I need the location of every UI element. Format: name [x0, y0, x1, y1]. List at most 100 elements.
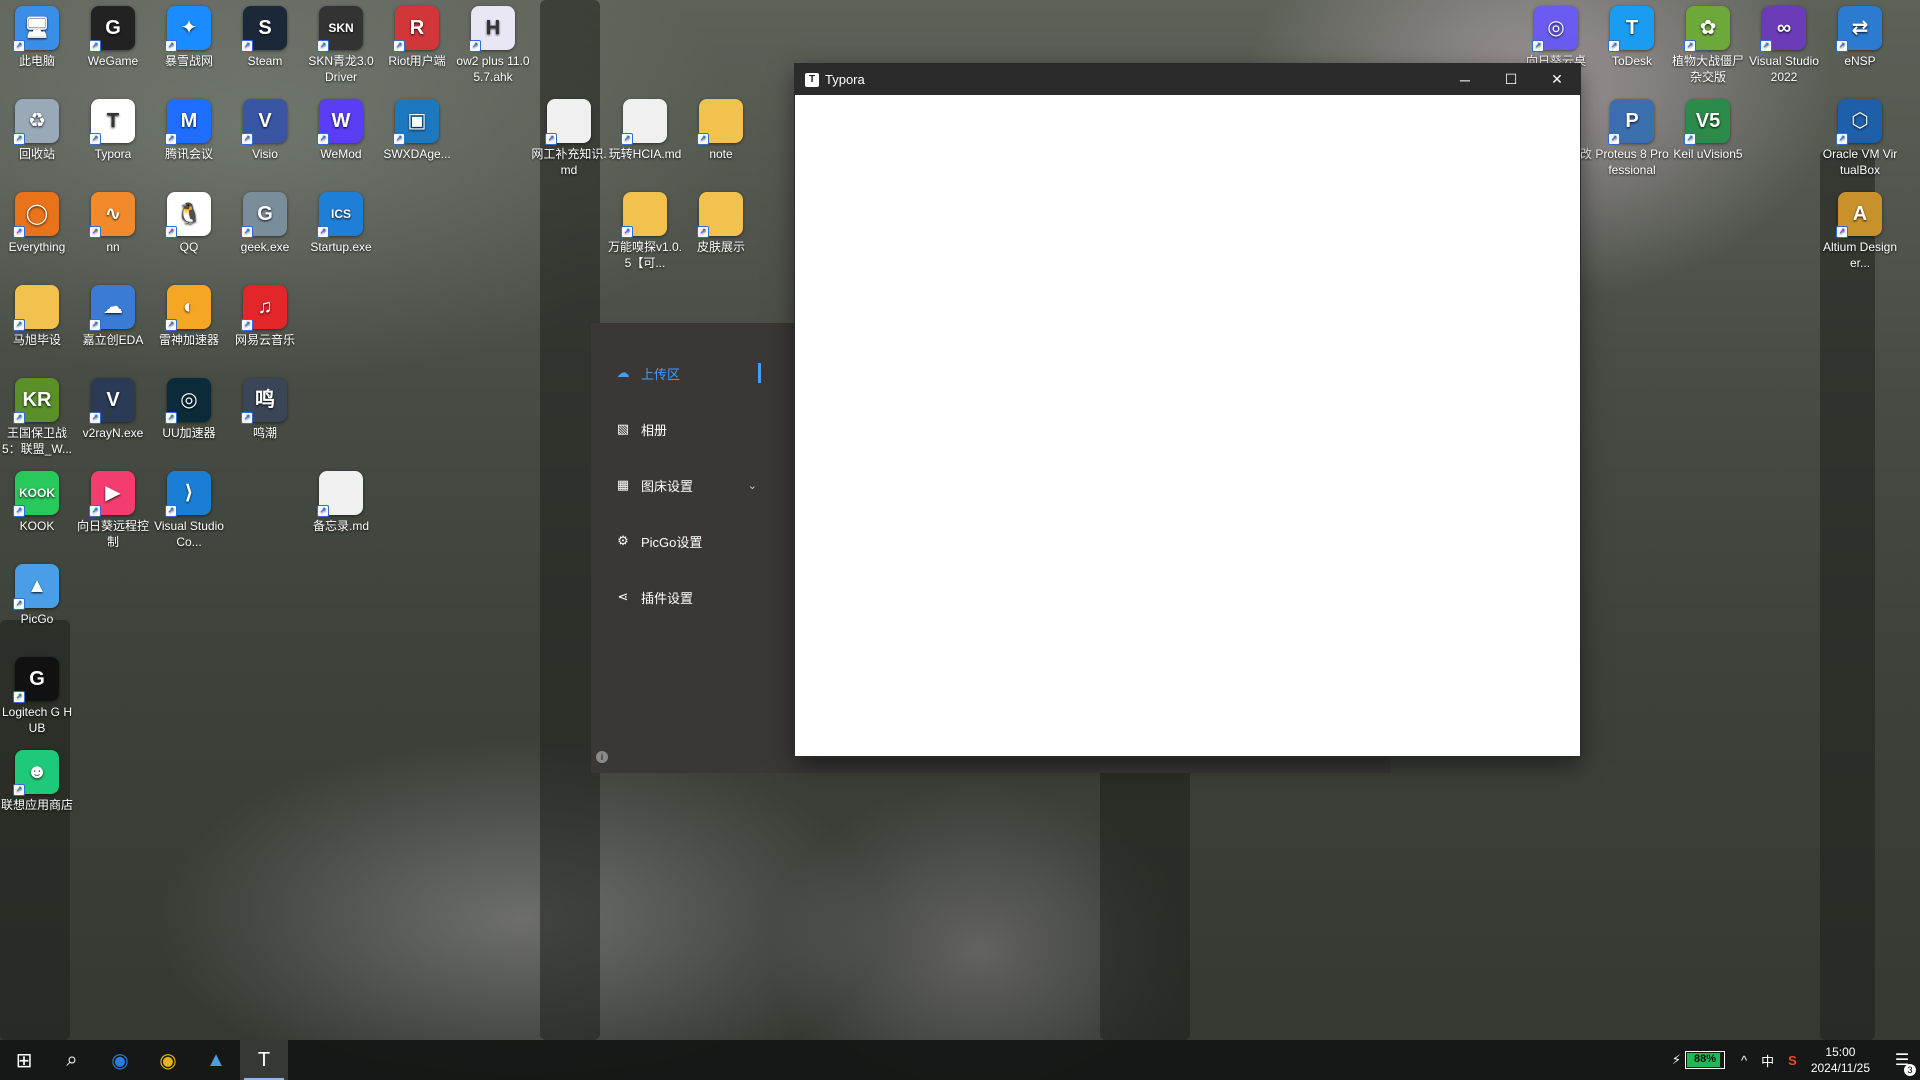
desktop-icon[interactable]: ◎ ↗ UU加速器	[151, 372, 227, 441]
clock[interactable]: 15:00 2024/11/25	[1811, 1044, 1870, 1076]
desktop-icon-label: 皮肤展示	[696, 240, 745, 254]
folder-icon: ↗	[697, 99, 743, 145]
desktop-icon[interactable]: A ↗ Altium Designer...	[1822, 186, 1898, 271]
desktop-icon[interactable]: ∞ ↗ Visual Studio 2022	[1746, 0, 1822, 85]
cloud-upload-icon: ☁	[616, 365, 630, 380]
picgo-menu-item[interactable]: ⚙ PicGo设置	[615, 529, 785, 553]
desktop-icon[interactable]: G ↗ Logitech G HUB	[0, 651, 75, 736]
desktop-icon[interactable]: H ↗ ow2 plus 11.05.7.ahk	[455, 0, 531, 85]
maximize-button[interactable]: ☐	[1488, 64, 1534, 95]
desktop-icon[interactable]: M ↗ 腾讯会议	[151, 93, 227, 162]
shortcut-arrow-icon: ↗	[1684, 40, 1696, 52]
desktop-icon[interactable]: ↗ 玩转HCIA.md	[607, 93, 683, 162]
desktop-icon-label: 腾讯会议	[164, 147, 213, 161]
chevron-up-icon[interactable]: ^	[1741, 1053, 1747, 1068]
desktop-icon[interactable]: ∿ ↗ nn	[75, 186, 151, 255]
desktop-icon[interactable]: ▲ ↗ PicGo	[0, 558, 75, 627]
vscode-icon: ⟩ ↗	[165, 471, 211, 517]
search-button[interactable]: ⌕	[48, 1040, 96, 1080]
desktop-icon-label: Logitech G HUB	[1, 705, 73, 735]
picgo-menu-item[interactable]: ☁ 上传区	[615, 361, 785, 385]
sogou-icon[interactable]: S	[1788, 1053, 1797, 1068]
desktop-icon[interactable]: ⬡ ↗ Oracle VM VirtualBox	[1822, 93, 1898, 178]
close-button[interactable]: ✕	[1534, 64, 1580, 95]
desktop-icon[interactable]: R ↗ Riot用户端	[379, 0, 455, 69]
desktop-icon[interactable]: ◯ ↗ Everything	[0, 186, 75, 255]
chrome-icon[interactable]: ◉	[144, 1040, 192, 1080]
logitech-ghub-icon: G ↗	[13, 657, 59, 703]
typora-editor[interactable]	[795, 95, 1580, 756]
start-button[interactable]: ⊞	[0, 1040, 48, 1080]
notification-count: 3	[1904, 1064, 1916, 1076]
shortcut-arrow-icon: ↗	[165, 505, 177, 517]
desktop-icon[interactable]: V ↗ Visio	[227, 93, 303, 162]
visual-studio-icon: ∞ ↗	[1760, 6, 1806, 52]
desktop-icon[interactable]: 🐧 ↗ QQ	[151, 186, 227, 255]
desktop-icon[interactable]: ▣ ↗ SWXDAge...	[379, 93, 455, 162]
picgo-menu-item[interactable]: ▦ 图床设置 ⌄	[615, 473, 785, 497]
typora-titlebar[interactable]: T Typora ─ ☐ ✕	[795, 64, 1580, 95]
gear-icon: ⚙	[617, 533, 629, 548]
virtualbox-icon: ⬡ ↗	[1836, 99, 1882, 145]
desktop-icon[interactable]: ↗ 网工补充知识.md	[531, 93, 607, 178]
desktop-icon-label: 网易云音乐	[234, 333, 295, 347]
desktop-icon[interactable]: 鸣 ↗ 鸣潮	[227, 372, 303, 441]
desktop-icon[interactable]: ↗ 皮肤展示	[683, 186, 759, 255]
picgo-menu-item[interactable]: ▧ 相册	[615, 417, 785, 441]
desktop-icon[interactable]: KOOK ↗ KOOK	[0, 465, 75, 534]
ahk-file-icon: H ↗	[469, 6, 515, 52]
geek-uninstaller-icon: G ↗	[241, 192, 287, 238]
desktop-icon[interactable]: ↗ 备忘录.md	[303, 465, 379, 534]
desktop-icon[interactable]: S ↗ Steam	[227, 0, 303, 69]
desktop-icon[interactable]: T ↗ Typora	[75, 93, 151, 162]
desktop-icon[interactable]: ▶ ↗ 向日葵远程控制	[75, 465, 151, 550]
desktop-icon[interactable]: W ↗ WeMod	[303, 93, 379, 162]
steam-icon: S ↗	[241, 6, 287, 52]
desktop-icon[interactable]: ◎ ↗ 向日葵云桌	[1518, 0, 1594, 69]
keil-icon: V5 ↗	[1684, 99, 1730, 145]
ensp-icon: ⇄ ↗	[1836, 6, 1882, 52]
picgo-menu-item[interactable]: ⋖ 插件设置	[615, 585, 785, 609]
desktop-icon[interactable]: ♻ ↗ 回收站	[0, 93, 75, 162]
minimize-button[interactable]: ─	[1442, 64, 1488, 95]
battlenet-icon: ✦ ↗	[165, 6, 211, 52]
desktop-icon[interactable]: ↗ 万能嗅探v1.0.5【可...	[607, 186, 683, 271]
image-icon: ▧	[616, 421, 630, 436]
clock-date: 2024/11/25	[1810, 1061, 1870, 1075]
desktop-icon[interactable]: V ↗ v2rayN.exe	[75, 372, 151, 441]
desktop-icon[interactable]: ↗ 马旭毕设	[0, 279, 75, 348]
swxdage-icon: ▣ ↗	[393, 99, 439, 145]
desktop-icon[interactable]: P ↗ Proteus 8 Professional	[1594, 93, 1670, 178]
desktop-icon-label: Oracle VM VirtualBox	[1822, 147, 1898, 177]
ime-indicator[interactable]: 中	[1761, 1051, 1774, 1070]
desktop-icon[interactable]: ↗ note	[683, 93, 759, 162]
desktop-icon[interactable]: ◐ ↗ 雷神加速器	[151, 279, 227, 348]
system-tray: ⚡ 88% ^ 中 S 15:00 2024/11/25 ☰ 3	[1672, 1040, 1920, 1080]
desktop-icon[interactable]: 🖥 ↗ 此电脑	[0, 0, 75, 69]
desktop-icon[interactable]: ♫ ↗ 网易云音乐	[227, 279, 303, 348]
info-icon[interactable]: i	[596, 751, 608, 763]
picgo-taskbar-icon[interactable]: ▲	[192, 1040, 240, 1080]
desktop-icon[interactable]: KR ↗ 王国保卫战 5：联盟_W...	[0, 372, 75, 457]
desktop-icon[interactable]: ⟩ ↗ Visual Studio Co...	[151, 465, 227, 550]
desktop-icon[interactable]: ✦ ↗ 暴雪战网	[151, 0, 227, 69]
typora-taskbar-icon[interactable]: T	[240, 1040, 288, 1080]
edge-icon[interactable]: ◉	[96, 1040, 144, 1080]
desktop-icon[interactable]: ICS ↗ Startup.exe	[303, 186, 379, 255]
folder-icon: ↗	[697, 192, 743, 238]
shortcut-arrow-icon: ↗	[1608, 133, 1620, 145]
desktop-icon[interactable]: SKN ↗ SKN青龙3.0 Driver	[303, 0, 379, 85]
desktop-icon[interactable]: ☁ ↗ 嘉立创EDA	[75, 279, 151, 348]
desktop-icon[interactable]: V5 ↗ Keil uVision5	[1670, 93, 1746, 162]
desktop-icon[interactable]: T ↗ ToDesk	[1594, 0, 1670, 69]
battery-indicator[interactable]: 88%	[1685, 1051, 1726, 1069]
desktop-icon[interactable]: ⇄ ↗ eNSP	[1822, 0, 1898, 69]
todesk-icon: T ↗	[1608, 6, 1654, 52]
desktop-icon-label: Visio	[252, 147, 278, 161]
clock-time: 15:00	[1825, 1045, 1856, 1059]
notification-button[interactable]: ☰ 3	[1884, 1050, 1920, 1076]
desktop-icon[interactable]: G ↗ geek.exe	[227, 186, 303, 255]
desktop-icon[interactable]: ☻ ↗ 联想应用商店	[0, 744, 75, 813]
desktop-icon[interactable]: ✿ ↗ 植物大战僵尸杂交版	[1670, 0, 1746, 85]
desktop-icon[interactable]: G ↗ WeGame	[75, 0, 151, 69]
